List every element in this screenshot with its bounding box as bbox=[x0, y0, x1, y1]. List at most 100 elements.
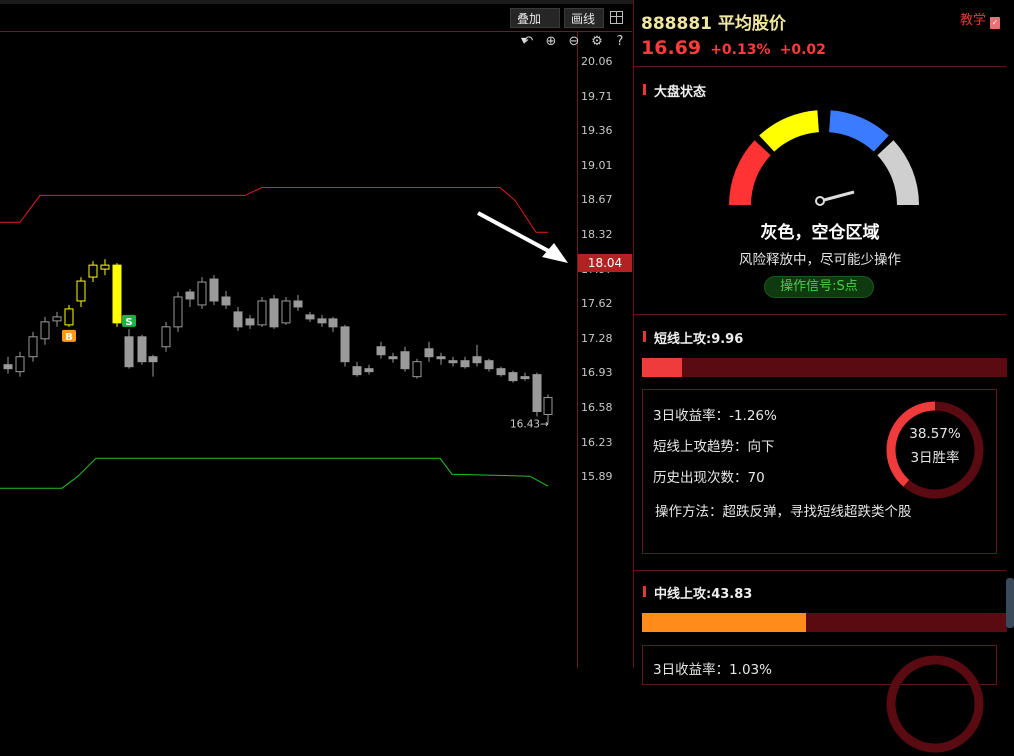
teach-link[interactable]: 教学 ✓ bbox=[960, 9, 1001, 29]
draw-line-button[interactable]: 画线 bbox=[564, 8, 604, 28]
candle-body bbox=[124, 336, 134, 368]
panel-scrollbar[interactable] bbox=[1006, 578, 1014, 628]
price-tick-label: 17.62 bbox=[581, 297, 613, 311]
price-tick-label: 19.01 bbox=[581, 158, 613, 172]
candle bbox=[221, 291, 231, 309]
win-rate-value: 38.57% bbox=[909, 426, 961, 442]
candle-body bbox=[484, 360, 494, 370]
short-attack-title: 短线上攻:9.96 bbox=[654, 332, 744, 347]
candle-body bbox=[364, 368, 374, 373]
candle bbox=[305, 311, 315, 322]
price-tick-label: 18.67 bbox=[581, 193, 613, 207]
candle bbox=[388, 352, 398, 363]
method-text: 操作方法：超跌反弹，寻找短线超跌类个股 bbox=[655, 504, 912, 520]
short-attack-progress bbox=[642, 358, 1007, 377]
candle bbox=[328, 316, 338, 332]
teach-label: 教学 bbox=[960, 13, 987, 28]
sell-marker-label: S bbox=[125, 317, 132, 328]
candle bbox=[269, 294, 279, 329]
candle bbox=[148, 354, 158, 377]
candle-body bbox=[100, 264, 110, 270]
return-3d-text: 3日收益率：-1.26% bbox=[653, 408, 777, 424]
current-price: 16.69 bbox=[641, 37, 702, 59]
candle-body bbox=[148, 356, 158, 363]
market-status-text: 灰色，空仓区域 bbox=[760, 223, 880, 243]
candle bbox=[64, 304, 74, 327]
candle-body bbox=[233, 311, 243, 328]
candle-body bbox=[28, 336, 38, 358]
candle bbox=[340, 324, 350, 367]
candle-body bbox=[508, 372, 518, 382]
annotation-arrow-icon bbox=[477, 211, 568, 263]
market-gauge bbox=[729, 110, 919, 206]
candle-body bbox=[436, 356, 446, 360]
candle-body bbox=[137, 336, 147, 363]
overlay-button[interactable]: 叠加 ▼ bbox=[510, 8, 560, 45]
candle bbox=[352, 361, 362, 377]
candle bbox=[460, 356, 470, 369]
gauge-segment bbox=[729, 140, 771, 206]
candle-body bbox=[52, 316, 62, 322]
candle bbox=[532, 372, 542, 417]
candle bbox=[88, 261, 98, 283]
candle bbox=[376, 341, 386, 359]
candle bbox=[508, 370, 518, 383]
candle bbox=[112, 263, 122, 327]
win-rate-label: 3日胜率 bbox=[910, 450, 960, 466]
gauge-pivot bbox=[815, 196, 825, 206]
price-tick-label: 18.32 bbox=[581, 228, 613, 241]
quote-line: 16.69 +0.13% +0.02 bbox=[641, 37, 826, 59]
candle bbox=[293, 294, 303, 311]
change-percent: +0.13% bbox=[710, 42, 771, 58]
candle bbox=[424, 341, 434, 362]
candle-body bbox=[293, 300, 303, 308]
price-tick-label: 19.36 bbox=[581, 124, 613, 138]
candle bbox=[15, 351, 25, 377]
candle bbox=[520, 372, 530, 381]
lower-band-line bbox=[0, 457, 549, 489]
market-state-title: 大盘状态 bbox=[654, 85, 707, 100]
candle-body bbox=[269, 298, 279, 328]
candle-body bbox=[448, 360, 458, 364]
stock-name: 平均股价 bbox=[717, 14, 786, 34]
candle-body bbox=[76, 280, 86, 302]
divider bbox=[634, 570, 1006, 571]
mid-progress-fill bbox=[642, 613, 807, 632]
candle bbox=[412, 358, 422, 379]
buy-marker-label: B bbox=[65, 332, 73, 343]
candle-body bbox=[161, 326, 171, 348]
price-axis: 20.0619.7119.3619.0118.6718.3217.9717.62… bbox=[578, 32, 632, 668]
candle-body bbox=[460, 360, 470, 368]
candle bbox=[173, 292, 183, 332]
gauge-segment bbox=[877, 140, 919, 206]
candle-body bbox=[352, 366, 362, 376]
side-panel: 888881 平均股价 教学 ✓ 16.69 +0.13% +0.02 大盘状态… bbox=[633, 0, 1014, 753]
price-tick-label: 16.23 bbox=[581, 435, 613, 449]
candle bbox=[257, 296, 267, 327]
operation-signal-badge: 操作信号:S点 bbox=[764, 276, 874, 298]
candle-body bbox=[221, 296, 231, 306]
stock-code: 888881 bbox=[641, 14, 712, 34]
candle-body bbox=[543, 397, 553, 415]
candle bbox=[197, 277, 207, 309]
candle bbox=[245, 314, 255, 329]
kline-plot: B S 16.43→ bbox=[0, 187, 553, 489]
candle bbox=[496, 366, 506, 377]
mid-return-3d-text: 3日收益率：1.03% bbox=[653, 662, 772, 678]
kline-chart[interactable]: 叠加 ▼ 画线 ↶ ⊕ ⊖ ⚙ ? B S 16.43→ 20.06 19.71 19.… bbox=[0, 0, 633, 668]
candle-body bbox=[209, 278, 219, 302]
candle bbox=[281, 296, 291, 325]
candle-body bbox=[305, 314, 315, 320]
change-amount: +0.02 bbox=[779, 42, 826, 58]
candle bbox=[364, 364, 374, 375]
candle bbox=[400, 346, 410, 372]
candle-body bbox=[376, 346, 386, 356]
candle bbox=[52, 311, 62, 327]
gauge-segment bbox=[828, 110, 889, 152]
gauge-needle bbox=[823, 190, 855, 202]
grid-layout-icon[interactable] bbox=[610, 11, 623, 24]
price-tick-label: 20.06 bbox=[581, 55, 613, 68]
candle-body bbox=[472, 356, 482, 364]
candle bbox=[484, 358, 494, 372]
candle-body bbox=[388, 356, 398, 360]
